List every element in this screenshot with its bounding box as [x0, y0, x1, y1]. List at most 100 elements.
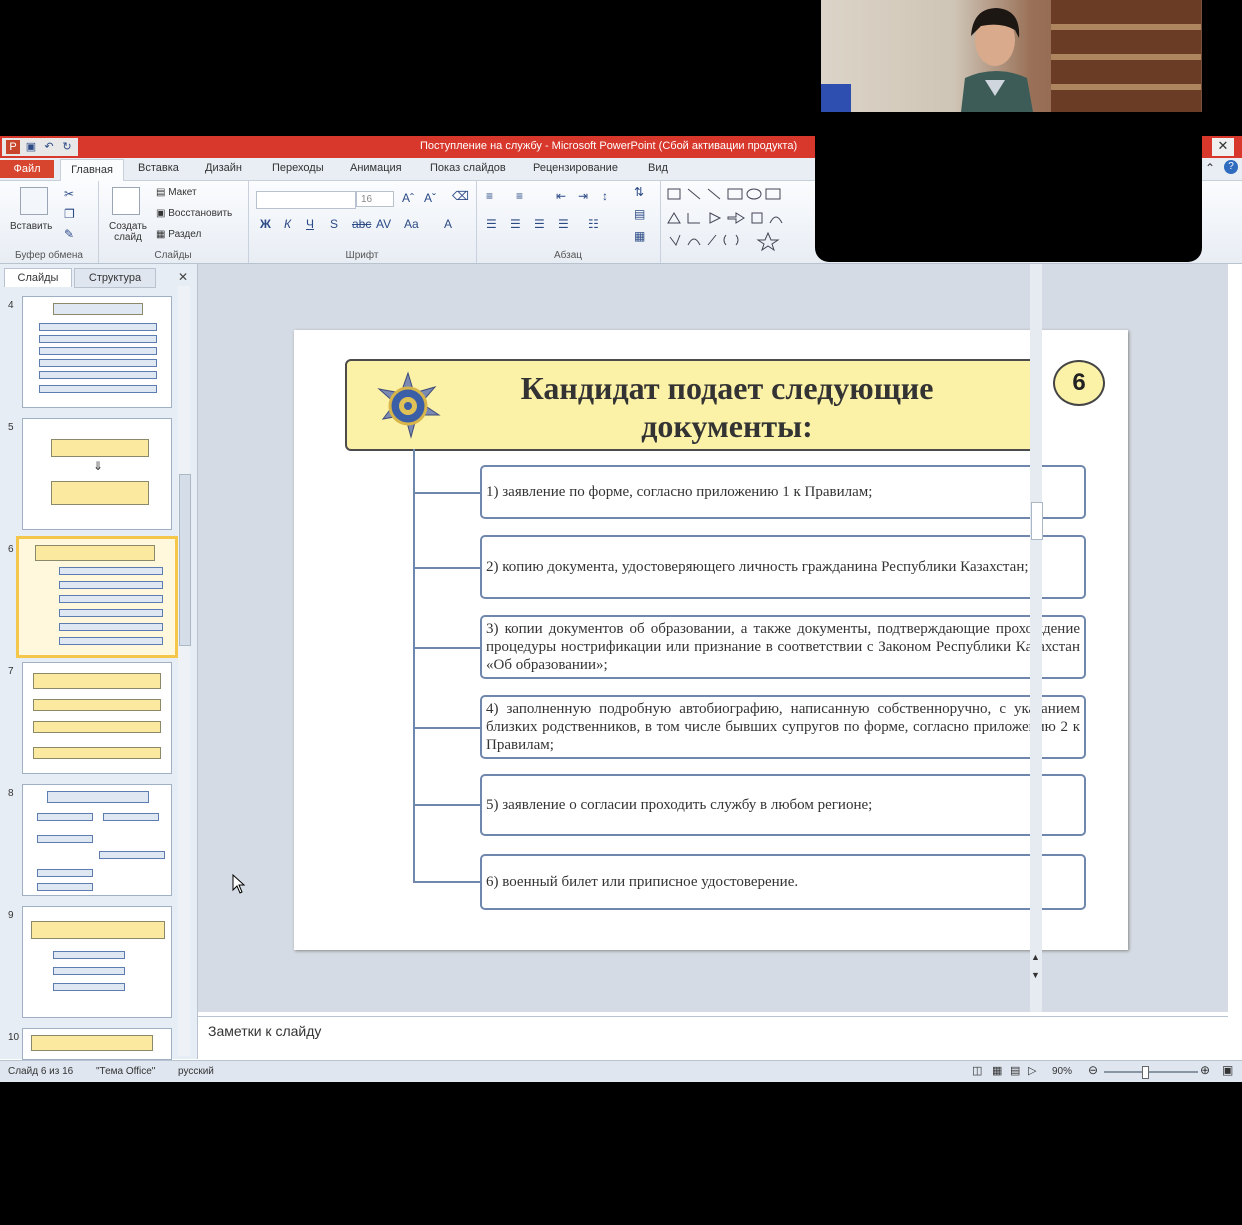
zoom-slider-thumb[interactable]	[1142, 1066, 1149, 1079]
slide-counter: Слайд 6 из 16	[8, 1066, 74, 1077]
document-item[interactable]: 3) копии документов об образовании, а та…	[480, 615, 1086, 679]
slide-thumbnail-5[interactable]: ⇓	[22, 418, 172, 530]
tab-design[interactable]: Дизайн	[205, 162, 242, 174]
slide-thumbnail-10[interactable]	[22, 1028, 172, 1060]
tab-animations[interactable]: Анимация	[350, 162, 402, 174]
slide-title-box[interactable]: Кандидат подает следующие документы:	[345, 359, 1042, 451]
notes-pane[interactable]: Заметки к слайду	[198, 1016, 1228, 1060]
zoom-in-icon[interactable]: ⊕	[1200, 1063, 1210, 1077]
quick-access-toolbar: P ▣ ↶ ↻	[2, 138, 78, 156]
connector-branch	[414, 647, 480, 649]
slide-thumbnail-6[interactable]	[16, 536, 178, 658]
mouse-cursor-icon	[232, 874, 246, 894]
slides-panel-scrollbar[interactable]	[178, 286, 191, 1056]
justify-icon[interactable]: ☰	[558, 217, 569, 231]
minimize-ribbon-icon[interactable]: ⌃	[1205, 161, 1215, 175]
tab-slideshow[interactable]: Показ слайдов	[430, 162, 506, 174]
new-slide-button[interactable]: Создать слайд	[106, 221, 150, 243]
scrollbar-thumb[interactable]	[179, 474, 191, 646]
clear-format-icon[interactable]: ⌫	[452, 189, 469, 203]
fit-slide-icon[interactable]: ▣	[1222, 1063, 1233, 1077]
slide-thumbnail-9[interactable]	[22, 906, 172, 1018]
reading-view-icon[interactable]: ▤	[1010, 1064, 1020, 1077]
columns-icon[interactable]: ☷	[588, 217, 599, 231]
layout-label: Макет	[168, 187, 197, 198]
slide-thumbnail-8[interactable]	[22, 784, 172, 896]
decrease-indent-icon[interactable]: ⇤	[556, 189, 566, 203]
format-painter-icon[interactable]: ✎	[64, 227, 74, 241]
copy-icon[interactable]: ❐	[64, 207, 75, 221]
tab-insert[interactable]: Вставка	[138, 162, 179, 174]
tab-review[interactable]: Рецензирование	[533, 162, 618, 174]
strikethrough-icon[interactable]: abc	[352, 217, 371, 231]
next-slide-icon[interactable]: ▼	[1031, 970, 1040, 980]
shrink-font-icon[interactable]: Aˇ	[424, 191, 436, 205]
thumb-line	[53, 983, 125, 991]
prev-slide-icon[interactable]: ▲	[1031, 952, 1040, 962]
document-item[interactable]: 4) заполненную подробную автобиографию, …	[480, 695, 1086, 759]
down-arrow-icon: ⇓	[93, 459, 104, 473]
close-icon[interactable]: ✕	[1212, 138, 1234, 156]
powerpoint-icon: P	[6, 140, 20, 154]
zoom-out-icon[interactable]: ⊖	[1088, 1063, 1098, 1077]
align-center-icon[interactable]: ☰	[510, 217, 521, 231]
bold-icon[interactable]: Ж	[260, 217, 271, 231]
align-right-icon[interactable]: ☰	[534, 217, 545, 231]
close-panel-icon[interactable]: ✕	[178, 270, 188, 284]
change-case-icon[interactable]: Aa	[404, 217, 419, 231]
notes-placeholder: Заметки к слайду	[208, 1023, 322, 1039]
document-item[interactable]: 2) копию документа, удостоверяющего личн…	[480, 535, 1086, 599]
undo-icon[interactable]: ↶	[42, 140, 56, 154]
font-color-icon[interactable]: A	[444, 217, 452, 231]
text-direction-icon[interactable]: ⇅	[634, 185, 644, 199]
font-size-input[interactable]: 16	[356, 191, 394, 207]
font-name-input[interactable]	[256, 191, 356, 209]
italic-icon[interactable]: К	[284, 217, 291, 231]
increase-indent-icon[interactable]: ⇥	[578, 189, 588, 203]
section-button[interactable]: ▦ Раздел	[156, 229, 201, 240]
sorter-view-icon[interactable]: ▦	[992, 1064, 1002, 1077]
line-spacing-icon[interactable]: ↕	[602, 189, 608, 203]
editor-scrollbar[interactable]: ▲ ▼	[1030, 264, 1043, 1012]
zoom-level[interactable]: 90%	[1052, 1066, 1072, 1077]
smartart-icon[interactable]: ▦	[634, 229, 645, 243]
grow-font-icon[interactable]: Aˆ	[402, 191, 414, 205]
tab-transitions[interactable]: Переходы	[272, 162, 324, 174]
help-icon[interactable]: ?	[1224, 160, 1238, 174]
reset-button[interactable]: ▣ Восстановить	[156, 208, 232, 219]
document-item[interactable]: 1) заявление по форме, согласно приложен…	[480, 465, 1086, 519]
spacing-icon[interactable]: AV	[376, 217, 391, 231]
thumb-line	[39, 347, 157, 355]
slide-canvas[interactable]: Кандидат подает следующие документы: 6 1…	[294, 330, 1128, 950]
align-left-icon[interactable]: ☰	[486, 217, 497, 231]
shadow-icon[interactable]: S	[330, 217, 338, 231]
cut-icon[interactable]: ✂	[64, 187, 74, 201]
slideshow-view-icon[interactable]: ▷	[1028, 1064, 1036, 1077]
save-icon[interactable]: ▣	[24, 140, 38, 154]
align-text-icon[interactable]: ▤	[634, 207, 645, 221]
scrollbar-thumb[interactable]	[1031, 502, 1043, 540]
bullets-icon[interactable]: ≡	[486, 189, 493, 203]
connector-branch	[414, 567, 480, 569]
group-font: 16 Aˆ Aˇ ⌫ Ж К Ч S abc AV Aa A Шрифт	[248, 181, 477, 263]
shapes-gallery-icon[interactable]	[666, 187, 806, 251]
paste-button[interactable]: Вставить	[10, 221, 52, 232]
tab-slides[interactable]: Слайды	[4, 268, 72, 287]
slide-thumbnail-4[interactable]	[22, 296, 172, 408]
tab-outline[interactable]: Структура	[74, 268, 156, 288]
underline-icon[interactable]: Ч	[306, 217, 314, 231]
tab-view[interactable]: Вид	[648, 162, 668, 174]
connector-branch	[414, 804, 480, 806]
zoom-slider[interactable]	[1104, 1071, 1198, 1073]
slide-editor: Кандидат подает следующие документы: 6 1…	[198, 264, 1228, 1012]
redo-icon[interactable]: ↻	[60, 140, 74, 154]
document-item[interactable]: 6) военный билет или приписное удостовер…	[480, 854, 1086, 910]
normal-view-icon[interactable]: ◫	[972, 1064, 982, 1077]
language-indicator[interactable]: русский	[178, 1066, 214, 1077]
slide-thumbnail-7[interactable]	[22, 662, 172, 774]
layout-button[interactable]: ▤ Макет	[156, 187, 197, 198]
tab-home[interactable]: Главная	[60, 159, 124, 181]
numbering-icon[interactable]: ≡	[516, 189, 523, 203]
document-item[interactable]: 5) заявление о согласии проходить службу…	[480, 774, 1086, 836]
tab-file[interactable]: Файл	[0, 160, 54, 178]
